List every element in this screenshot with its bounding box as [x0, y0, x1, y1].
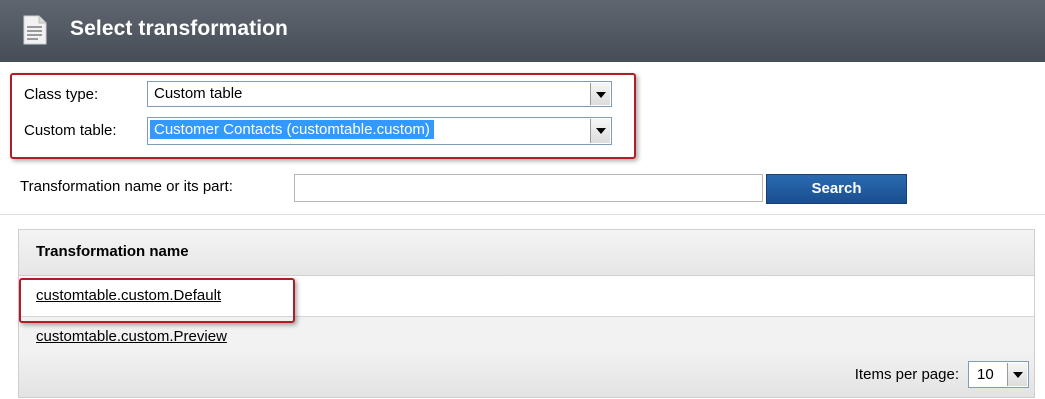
row-highlight-box [19, 278, 295, 323]
items-per-page-label: Items per page: [854, 366, 959, 383]
search-button[interactable]: Search [766, 174, 907, 204]
items-per-page-value: 10 [977, 366, 994, 383]
custom-table-label: Custom table: [24, 122, 117, 139]
chevron-down-icon[interactable] [1007, 363, 1027, 386]
class-type-label: Class type: [24, 86, 99, 103]
custom-table-select[interactable]: Customer Contacts (customtable.custom) [147, 117, 612, 145]
items-per-page-select[interactable]: 10 [968, 361, 1029, 388]
grid-header: Transformation name [19, 230, 1034, 276]
dialog-header: Select transformation [0, 0, 1045, 62]
pager: Items per page: 10 [19, 353, 1034, 397]
page-title: Select transformation [70, 17, 288, 40]
chevron-down-icon[interactable] [590, 119, 610, 143]
divider [0, 214, 1045, 215]
transformation-name-input[interactable] [294, 174, 763, 202]
filter-label: Transformation name or its part: [20, 178, 233, 195]
transformation-link[interactable]: customtable.custom.Preview [36, 328, 227, 345]
custom-table-value: Customer Contacts (customtable.custom) [150, 120, 434, 139]
table-row[interactable]: customtable.custom.Preview [19, 317, 1034, 358]
chevron-down-icon[interactable] [590, 83, 610, 105]
column-header-transformation-name[interactable]: Transformation name [36, 243, 189, 260]
document-icon [23, 15, 47, 45]
class-type-value: Custom table [154, 85, 243, 102]
class-type-select[interactable]: Custom table [147, 81, 612, 107]
